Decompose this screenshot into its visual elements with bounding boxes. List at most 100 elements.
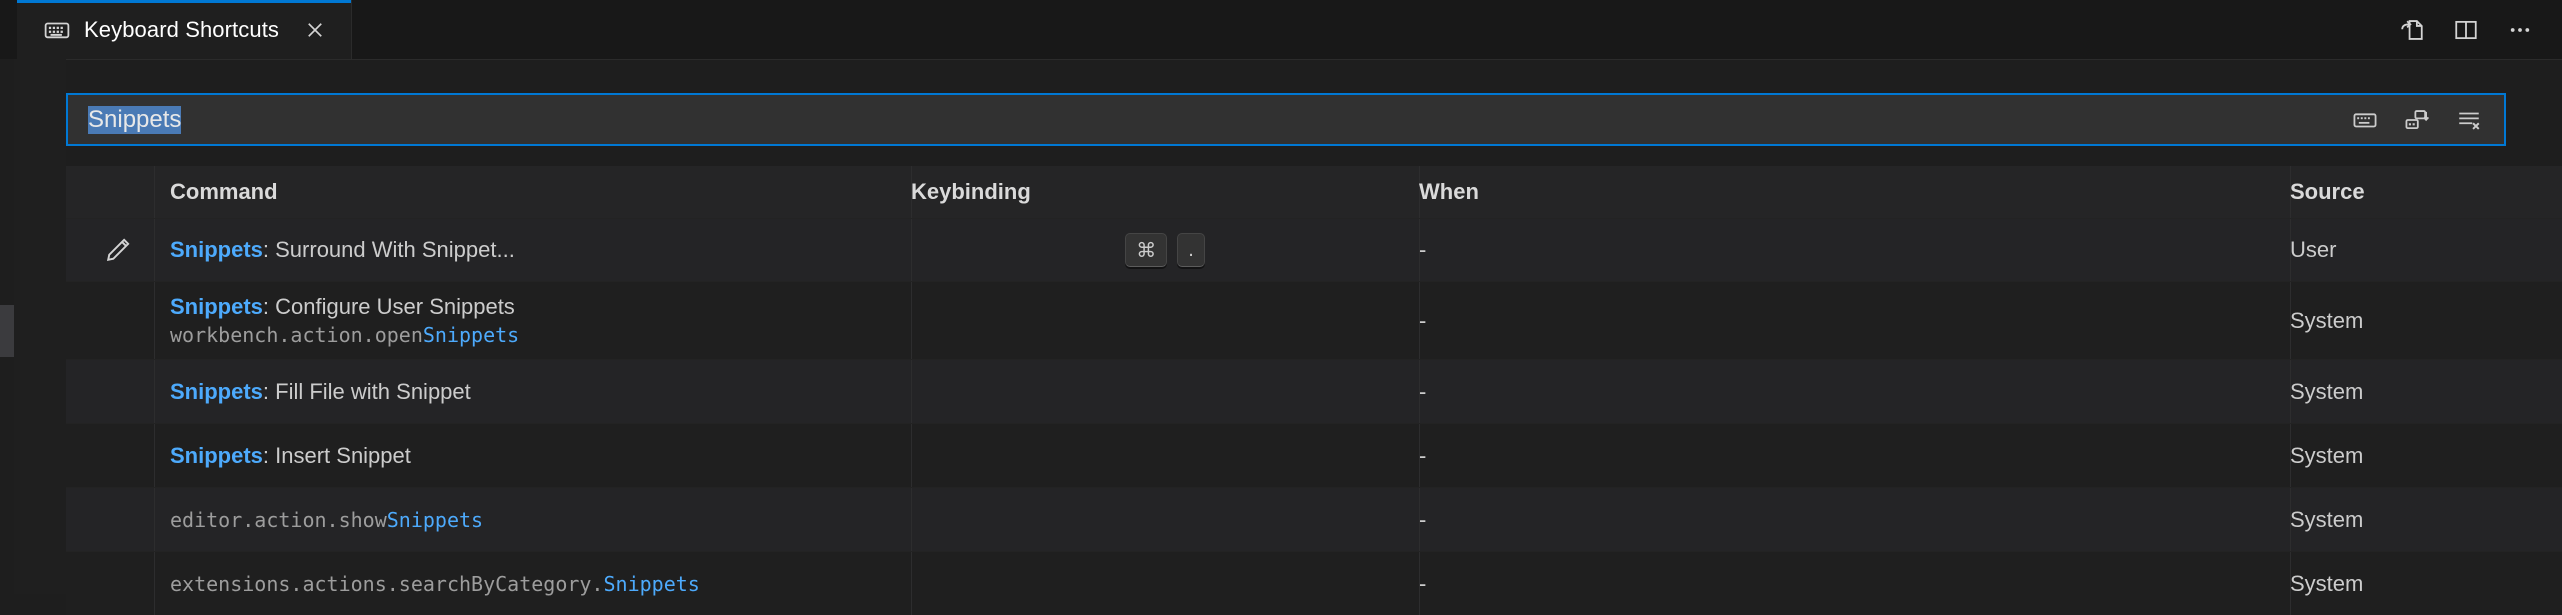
scrollbar-thumb[interactable] [0,305,14,357]
source-cell: System [2290,360,2562,423]
source-cell: System [2290,552,2562,615]
command-id: extensions.actions.searchByCategory.Snip… [170,572,911,596]
when-value: - [1419,308,2290,334]
keybinding-cell[interactable] [911,552,1419,615]
column-header-when[interactable]: When [1419,166,1479,218]
keybindings-table: Command Keybinding When Source Snippets:… [66,166,2562,594]
row-action-cell [66,219,170,281]
source-cell: System [2290,424,2562,487]
table-row[interactable]: Snippets: Configure User Snippetsworkben… [66,281,2562,359]
command-title-rest: : Surround With Snippet... [263,237,515,262]
command-id-text: workbench.action.open [170,323,423,347]
when-value: - [1419,237,2290,263]
match-highlight: Snippets [170,379,263,404]
source-cell: System [2290,282,2562,359]
when-cell: - [1419,552,2290,615]
record-keys-icon[interactable] [2348,103,2382,137]
command-id-text: extensions.actions.searchByCategory. [170,572,603,596]
keybinding-key: . [1177,233,1205,267]
clear-keybindings-search-icon[interactable] [2452,103,2486,137]
keybinding-cell[interactable]: ⌘. [911,219,1419,281]
command-title-rest: : Configure User Snippets [263,294,515,319]
when-value: - [1419,379,2290,405]
source-value: System [2290,443,2562,469]
more-actions-icon[interactable] [2500,10,2540,50]
when-value: - [1419,571,2290,597]
search-input[interactable]: Snippets [68,106,2348,134]
match-highlight: Snippets [603,572,699,596]
command-title: Snippets: Insert Snippet [170,443,911,468]
match-highlight: Snippets [170,294,263,319]
editor-title-actions [2392,0,2540,59]
match-highlight: Snippets [423,323,519,347]
command-title-rest: : Fill File with Snippet [263,379,471,404]
search-actions [2348,103,2504,137]
command-id: editor.action.showSnippets [170,508,911,532]
command-title-rest: : Insert Snippet [263,443,411,468]
source-cell: System [2290,488,2562,551]
table-row[interactable]: Snippets: Fill File with Snippet -System [66,359,2562,423]
source-value: System [2290,571,2562,597]
keyboard-icon [44,17,70,43]
close-icon[interactable] [301,16,329,44]
command-title: Snippets: Fill File with Snippet [170,379,911,404]
keybinding-cell[interactable] [911,488,1419,551]
when-cell: - [1419,360,2290,423]
row-action-cell [66,488,170,551]
command-id: workbench.action.openSnippets [170,323,911,347]
row-action-cell [66,552,170,615]
source-cell: User [2290,219,2562,281]
command-id-text: editor.action.show [170,508,387,532]
table-body: Snippets: Surround With Snippet...⌘.-Use… [66,218,2562,615]
when-cell: - [1419,219,2290,281]
row-action-cell [66,424,170,487]
column-header-source[interactable]: Source [2290,166,2365,218]
table-row[interactable]: Snippets: Surround With Snippet...⌘.-Use… [66,218,2562,281]
when-cell: - [1419,488,2290,551]
command-cell: editor.action.showSnippets [170,488,911,551]
editor-tab-bar: Keyboard Shortcuts [0,0,2562,60]
open-keyboard-shortcuts-file-icon[interactable] [2392,10,2432,50]
tab-keyboard-shortcuts[interactable]: Keyboard Shortcuts [17,0,352,59]
when-cell: - [1419,282,2290,359]
source-value: System [2290,507,2562,533]
table-header-row: Command Keybinding When Source [66,166,2562,218]
column-header-command[interactable]: Command [170,166,278,218]
source-value: System [2290,308,2562,334]
command-cell: Snippets: Configure User Snippetsworkben… [170,282,911,359]
keybinding-cell[interactable] [911,360,1419,423]
match-highlight: Snippets [170,443,263,468]
keybinding-cell[interactable] [911,424,1419,487]
match-highlight: Snippets [387,508,483,532]
command-title: Snippets: Configure User Snippets [170,294,911,319]
command-cell: Snippets: Insert Snippet [170,424,911,487]
column-header-keybinding[interactable]: Keybinding [911,166,1031,218]
edit-pencil-icon[interactable] [103,235,133,265]
search-input-value: Snippets [88,106,181,134]
split-editor-icon[interactable] [2446,10,2486,50]
keybinding-cell[interactable] [911,282,1419,359]
table-left-gutter [14,59,66,594]
column-divider [154,166,155,218]
sort-by-precedence-icon[interactable] [2400,103,2434,137]
vertical-scrollbar[interactable] [0,59,14,594]
when-value: - [1419,507,2290,533]
table-row[interactable]: extensions.actions.searchByCategory.Snip… [66,551,2562,615]
match-highlight: Snippets [170,237,263,262]
command-cell: Snippets: Surround With Snippet... [170,219,911,281]
keybinding-key: ⌘ [1125,233,1167,267]
when-value: - [1419,443,2290,469]
tab-label: Keyboard Shortcuts [84,17,279,43]
table-row[interactable]: editor.action.showSnippets -System [66,487,2562,551]
command-title: Snippets: Surround With Snippet... [170,237,911,262]
row-action-cell [66,282,170,359]
source-value: System [2290,379,2562,405]
keyboard-shortcuts-editor: Keyboard Shortcuts [0,0,2562,594]
keybindings-search-bar[interactable]: Snippets [66,93,2506,146]
command-cell: extensions.actions.searchByCategory.Snip… [170,552,911,615]
command-cell: Snippets: Fill File with Snippet [170,360,911,423]
row-action-cell [66,360,170,423]
table-row[interactable]: Snippets: Insert Snippet -System [66,423,2562,487]
when-cell: - [1419,424,2290,487]
source-value: User [2290,237,2562,263]
